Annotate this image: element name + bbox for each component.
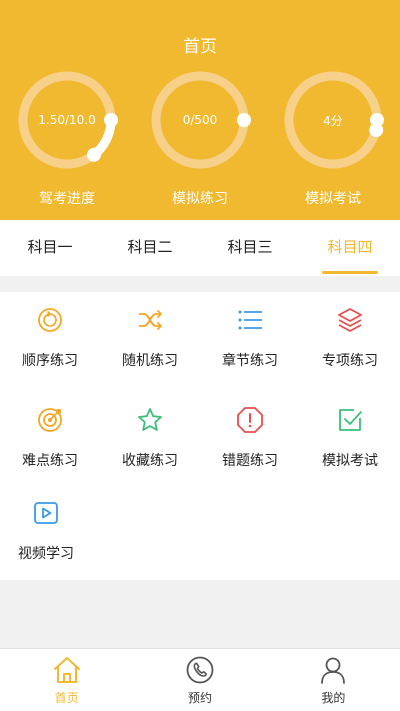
video-learning-button[interactable]: 视频学习 [0,485,96,581]
video-icon [34,502,58,524]
tab-subject-4[interactable]: 科目四 [300,220,400,276]
nav-home-label: 首页 [54,691,79,705]
favorite-practice-label: 收藏练习 [122,453,178,469]
tab-subject-1[interactable]: 科目一 [0,220,100,276]
nav-appointment[interactable]: 预约 [133,649,266,711]
chapter-practice-button[interactable]: 章节练习 [200,292,300,388]
special-practice-button[interactable]: 专项练习 [300,292,400,388]
page-title: 首页 [183,37,217,57]
subject-tabs: 科目一 科目二 科目三 科目四 [0,220,400,276]
practice-gauge[interactable]: 0/500 [150,70,251,170]
list-icon [238,310,262,330]
home-icon [53,657,80,683]
tab-subject-3[interactable]: 科目三 [200,220,300,276]
tab-subject-2[interactable]: 科目二 [100,220,200,276]
nav-home[interactable]: 首页 [0,649,133,711]
favorite-practice-button[interactable]: 收藏练习 [100,392,200,488]
video-learning-label: 视频学习 [18,546,74,562]
practice-value: 0/500 [182,113,218,127]
nav-profile-label: 我的 [321,691,346,705]
user-icon [321,657,346,684]
sequence-practice-label: 顺序练习 [22,353,78,369]
random-practice-label: 随机练习 [122,353,178,369]
mock-exam-label: 模拟考试 [322,453,378,469]
mock-exam-button[interactable]: 模拟考试 [300,392,400,488]
nav-profile[interactable]: 我的 [267,649,400,711]
difficult-practice-button[interactable]: 难点练习 [0,392,100,488]
progress-value: 1.50/10.0 [38,113,96,127]
exam-gauge[interactable]: 4分 [283,70,384,170]
random-practice-button[interactable]: 随机练习 [100,292,200,388]
exam-label: 模拟考试 [305,191,361,207]
difficult-practice-label: 难点练习 [22,453,78,469]
layers-icon [338,308,362,332]
checkbox-icon [339,409,362,431]
progress-gauge[interactable]: 1.50/10.0 [17,70,118,170]
nav-appointment-label: 预约 [187,691,212,705]
phone-icon [186,656,214,684]
sequence-practice-button[interactable]: 顺序练习 [0,292,100,388]
chapter-practice-label: 章节练习 [222,353,278,369]
header: 首页 1.50/10.0 驾考进度 0/500 模拟练习 4分 模拟考试 [0,0,400,220]
sequence-icon [38,308,62,332]
shuffle-icon [139,310,162,330]
star-icon [138,408,162,431]
progress-label: 驾考进度 [39,191,95,207]
practice-label: 模拟练习 [172,191,228,207]
wrong-practice-label: 错题练习 [222,453,278,469]
wrong-practice-button[interactable]: 错题练习 [200,392,300,488]
bottom-nav: 首页 预约 我的 [0,648,400,711]
practice-grid: 顺序练习 随机练习 章节练习 专项练习 难点练习 收藏练习 错题练习 模拟考试 … [0,292,400,580]
exam-value: 4分 [323,113,343,128]
special-practice-label: 专项练习 [322,353,378,369]
target-icon [38,408,62,432]
error-icon [237,407,263,433]
